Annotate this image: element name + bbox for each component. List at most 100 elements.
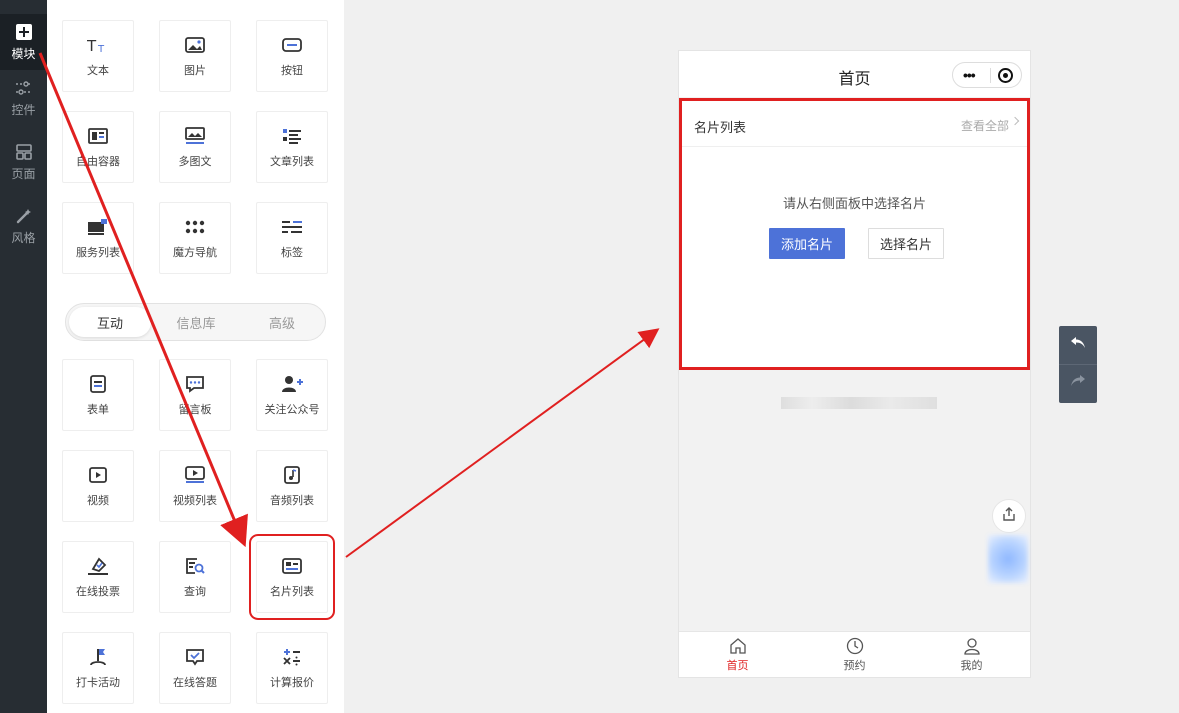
tile-label: 在线答题 — [173, 677, 217, 689]
phone-tab-bar: 首页 预约 我的 — [679, 631, 1030, 677]
blurred-footer-text — [781, 397, 937, 409]
tile-label: 多图文 — [178, 156, 212, 168]
redo-button[interactable] — [1059, 364, 1097, 402]
module-tile-video[interactable]: 视频 — [62, 450, 134, 522]
module-tile-tag[interactable]: 标签 — [256, 202, 328, 274]
tile-label: 计算报价 — [270, 677, 314, 689]
tile-label: 魔方导航 — [173, 247, 217, 259]
add-card-button[interactable]: 添加名片 — [769, 228, 845, 259]
tab-advanced[interactable]: 高级 — [241, 307, 323, 337]
tile-label: 按钮 — [281, 65, 303, 77]
tile-label: 自由容器 — [76, 156, 120, 168]
query-icon — [184, 555, 206, 577]
business-card-list-block[interactable]: 名片列表 查看全部 请从右侧面板中选择名片 添加名片 选择名片 — [679, 98, 1030, 370]
tab-label: 我的 — [960, 660, 983, 672]
audio-list-icon — [281, 464, 303, 486]
video-icon — [87, 464, 109, 486]
phone-nav-bar: 首页 ••• — [679, 51, 1030, 97]
sliders-icon — [15, 79, 33, 97]
module-tile-calculator[interactable]: 计算报价 — [256, 632, 328, 704]
module-panel: TT 文本 图片 按钮 自由容器 多图文 文章列表 服务列表 魔方导航 标签 互… — [47, 0, 344, 713]
module-tile-quiz[interactable]: 在线答题 — [159, 632, 231, 704]
pages-icon — [15, 143, 33, 161]
video-list-icon — [184, 464, 206, 486]
module-tile-check-in[interactable]: 打卡活动 — [62, 632, 134, 704]
module-tile-text[interactable]: TT 文本 — [62, 20, 134, 92]
rail-item-pages[interactable]: 页面 — [0, 134, 47, 190]
chevron-right-icon — [1010, 116, 1020, 126]
module-tile-multi-image-text[interactable]: 多图文 — [159, 111, 231, 183]
tab-mine[interactable]: 我的 — [913, 632, 1030, 678]
tile-label: 在线投票 — [76, 586, 120, 598]
module-tile-vote[interactable]: 在线投票 — [62, 541, 134, 613]
article-list-icon — [281, 125, 303, 147]
tile-label: 图片 — [184, 65, 206, 77]
clock-icon — [846, 637, 864, 655]
tile-label: 标签 — [281, 247, 303, 259]
tile-label: 查询 — [184, 586, 206, 598]
empty-hint: 请从右侧面板中选择名片 — [782, 196, 926, 211]
plus-square-icon — [15, 23, 33, 41]
business-card-icon — [281, 555, 303, 577]
message-board-icon — [184, 373, 206, 395]
form-icon — [87, 373, 109, 395]
rail-item-label: 页面 — [11, 166, 36, 181]
module-tile-image[interactable]: 图片 — [159, 20, 231, 92]
share-icon — [1001, 506, 1017, 527]
module-tile-article-list[interactable]: 文章列表 — [256, 111, 328, 183]
module-tile-message-board[interactable]: 留言板 — [159, 359, 231, 431]
tab-home[interactable]: 首页 — [679, 632, 796, 678]
tab-label: 首页 — [726, 660, 749, 672]
phone-preview: 首页 ••• 名片列表 查看全部 请从右侧面板中选择名片 添加名片 选择名片 首… — [678, 50, 1031, 678]
blurred-avatar[interactable] — [988, 535, 1028, 583]
module-tile-button[interactable]: 按钮 — [256, 20, 328, 92]
module-tile-query[interactable]: 查询 — [159, 541, 231, 613]
cube-nav-icon — [184, 216, 206, 238]
tile-label: 文本 — [87, 65, 109, 77]
tab-interactive[interactable]: 互动 — [69, 307, 151, 337]
module-tile-service-list[interactable]: 服务列表 — [62, 202, 134, 274]
undo-button[interactable] — [1059, 326, 1097, 364]
rail-item-style[interactable]: 风格 — [0, 198, 47, 254]
tab-booking[interactable]: 预约 — [796, 632, 913, 678]
module-tile-follow-account[interactable]: 关注公众号 — [256, 359, 328, 431]
history-controls — [1059, 326, 1097, 403]
rail-item-label: 控件 — [11, 102, 36, 117]
module-tile-cube-nav[interactable]: 魔方导航 — [159, 202, 231, 274]
tab-label: 预约 — [843, 660, 866, 672]
view-all-link[interactable]: 查看全部 — [961, 117, 1009, 134]
module-tile-video-list[interactable]: 视频列表 — [159, 450, 231, 522]
card-list-title: 名片列表 — [694, 120, 747, 135]
rail-item-modules[interactable]: 模块 — [0, 14, 47, 70]
rail-item-label: 模块 — [11, 46, 36, 61]
redo-icon — [1070, 374, 1086, 393]
tile-label: 打卡活动 — [76, 677, 120, 689]
svg-text:T: T — [87, 37, 97, 53]
multi-image-text-icon — [184, 125, 206, 147]
module-tile-form[interactable]: 表单 — [62, 359, 134, 431]
vote-icon — [87, 555, 109, 577]
left-rail: 模块 控件 页面 风格 — [0, 0, 47, 713]
tile-label: 音频列表 — [270, 495, 314, 507]
home-icon — [729, 637, 747, 655]
tab-info-library[interactable]: 信息库 — [155, 307, 237, 337]
text-icon: TT — [87, 34, 109, 56]
select-card-button[interactable]: 选择名片 — [868, 228, 944, 259]
module-tile-audio-list[interactable]: 音频列表 — [256, 450, 328, 522]
check-in-flag-icon — [87, 646, 109, 668]
user-icon — [963, 637, 981, 655]
card-list-header: 名片列表 查看全部 — [682, 101, 1027, 147]
module-category-tabs: 互动 信息库 高级 — [65, 303, 326, 341]
container-icon — [87, 125, 109, 147]
share-button[interactable] — [992, 499, 1026, 533]
undo-icon — [1070, 336, 1086, 355]
rail-item-controls[interactable]: 控件 — [0, 70, 47, 126]
rail-item-label: 风格 — [11, 230, 36, 245]
module-tile-free-container[interactable]: 自由容器 — [62, 111, 134, 183]
close-target-icon[interactable] — [998, 68, 1013, 83]
tile-label: 视频列表 — [173, 495, 217, 507]
more-dots-icon[interactable]: ••• — [963, 67, 976, 83]
module-tile-business-card-list[interactable]: 名片列表 — [249, 534, 335, 620]
quiz-icon — [184, 646, 206, 668]
mini-program-capsule[interactable]: ••• — [952, 62, 1022, 88]
